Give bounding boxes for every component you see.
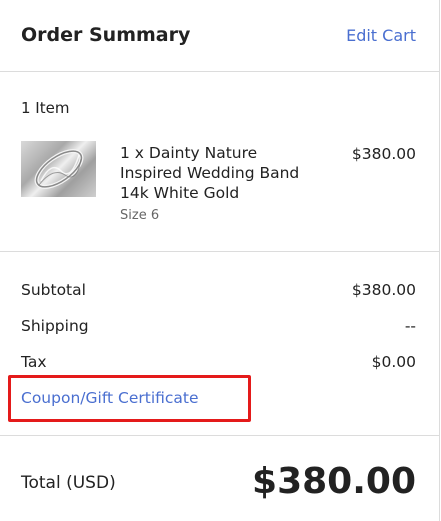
total-label: Total (USD) — [21, 473, 116, 493]
product-thumbnail[interactable] — [21, 141, 96, 197]
subtotal-row: Subtotal $380.00 — [21, 281, 416, 303]
item-count: 1 Item — [21, 99, 70, 117]
shipping-row: Shipping -- — [21, 317, 416, 339]
tax-value: $0.00 — [371, 353, 416, 371]
product-name[interactable]: 1 x Dainty Nature Inspired Wedding Band … — [120, 143, 310, 203]
shipping-label: Shipping — [21, 317, 89, 335]
totals-section: Subtotal $380.00 Shipping -- Tax $0.00 C… — [0, 252, 440, 436]
order-summary-title: Order Summary — [21, 24, 191, 46]
grand-total-section: Total (USD) $380.00 — [0, 436, 440, 521]
cart-items-section: 1 Item 1 x Dainty Nature Inspired Weddin… — [0, 72, 440, 252]
subtotal-value: $380.00 — [351, 281, 416, 299]
product-size: Size 6 — [120, 208, 160, 223]
order-summary-header: Order Summary Edit Cart — [0, 0, 440, 72]
subtotal-label: Subtotal — [21, 281, 86, 299]
product-price: $380.00 — [351, 145, 416, 163]
tax-label: Tax — [21, 353, 47, 371]
order-summary-panel: Order Summary Edit Cart 1 Item 1 x Daint… — [0, 0, 440, 521]
coupon-gift-certificate-link[interactable]: Coupon/Gift Certificate — [21, 389, 199, 407]
shipping-value: -- — [404, 317, 416, 335]
total-value: $380.00 — [252, 461, 416, 502]
tax-row: Tax $0.00 — [21, 353, 416, 375]
edit-cart-link[interactable]: Edit Cart — [346, 26, 416, 45]
